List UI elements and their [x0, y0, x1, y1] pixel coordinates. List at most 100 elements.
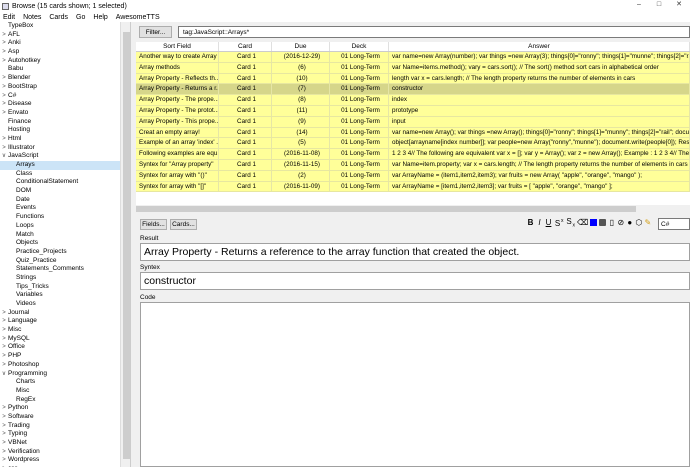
chevron-right-icon[interactable]: > [0, 352, 8, 361]
clear-format-icon[interactable]: ⌫ [577, 218, 588, 227]
cards-button[interactable]: Cards... [170, 219, 197, 230]
table-row[interactable]: Example of an array 'index' ... Card 1 (5)… [136, 138, 690, 150]
chevron-right-icon[interactable]: > [0, 404, 8, 413]
sidebar-item[interactable]: > MySQL [0, 335, 130, 344]
chevron-right-icon[interactable]: > [0, 326, 8, 335]
chevron-right-icon[interactable]: > [0, 309, 8, 318]
table-row[interactable]: Syntex for "Array property" Card 1 (2016-1… [136, 159, 690, 171]
sidebar-item[interactable]: > Journal [0, 309, 130, 318]
table-row[interactable]: Array Property - This prope... Card 1 (9) 0… [136, 116, 690, 128]
chevron-right-icon[interactable]: > [0, 335, 8, 344]
sidebar-item[interactable]: > Asp [0, 48, 130, 57]
chevron-right-icon[interactable]: > [0, 430, 8, 439]
sidebar-item[interactable]: Arrays [0, 161, 130, 170]
table-row[interactable]: Following examples are equ... Card 1 (2016… [136, 149, 690, 160]
sidebar-item[interactable]: > VBNet [0, 439, 130, 448]
sidebar-item[interactable]: > Wordpress [0, 456, 130, 465]
column-header-sort-field[interactable]: Sort Field [136, 42, 219, 51]
field-code[interactable] [140, 302, 690, 467]
chevron-down-icon[interactable]: ∨ [0, 370, 8, 379]
bold-button[interactable]: B [527, 218, 534, 227]
sidebar-item[interactable]: > Disease [0, 100, 130, 109]
column-header-due[interactable]: Due [272, 42, 330, 51]
sidebar-item[interactable]: Tips_Tricks [0, 283, 130, 292]
text-color-icon[interactable] [590, 219, 598, 227]
chevron-right-icon[interactable]: > [0, 57, 8, 66]
search-input[interactable]: tag:JavaScript::Arrays* [178, 26, 690, 38]
sidebar-item[interactable]: Practice_Projects [0, 248, 130, 257]
sidebar-item[interactable]: Charts [0, 378, 130, 387]
filter-button[interactable]: Filter... [139, 26, 172, 38]
sidebar-item[interactable]: > Blender [0, 74, 130, 83]
chevron-right-icon[interactable]: > [0, 422, 8, 431]
table-row[interactable]: Syntex for array with "()" Card 1 (2) 01 Lo… [136, 170, 690, 182]
sidebar-item[interactable]: ∨ JavaScript [0, 152, 130, 161]
table-row[interactable]: Array Property - Reflects th... Card 1 (10… [136, 73, 690, 85]
tags-input[interactable]: C# [658, 218, 690, 230]
menu-edit[interactable]: Edit [3, 14, 15, 21]
italic-button[interactable]: I [536, 218, 543, 227]
field-syntex[interactable]: constructor [140, 272, 690, 290]
subscript-button[interactable]: Sx [566, 217, 575, 229]
sidebar-item[interactable]: ConditionalStatement [0, 178, 130, 187]
sidebar-item[interactable]: Finance [0, 118, 130, 127]
chevron-right-icon[interactable]: > [0, 413, 8, 422]
sidebar-item[interactable]: > Office [0, 343, 130, 352]
sidebar-item[interactable]: > Software [0, 413, 130, 422]
table-row[interactable]: Array methods Card 1 (6) 01 Long-Term var Na… [136, 62, 690, 74]
sidebar-item[interactable]: > Language [0, 317, 130, 326]
sidebar-scrollbar[interactable] [120, 22, 130, 467]
table-row[interactable]: Creat an empty array! Card 1 (14) 01 Long-T… [136, 127, 690, 139]
chevron-right-icon[interactable]: > [0, 456, 8, 465]
menu-help[interactable]: Help [93, 14, 107, 21]
sidebar-item[interactable]: > Autohotkey [0, 57, 130, 66]
maximize-button[interactable]: □ [650, 0, 668, 10]
sidebar-item[interactable]: Videos [0, 300, 130, 309]
sidebar-item[interactable]: Misc [0, 387, 130, 396]
sidebar-item[interactable]: Hosting [0, 126, 130, 135]
sidebar-item[interactable]: > Photoshop [0, 361, 130, 370]
chevron-right-icon[interactable]: > [0, 317, 8, 326]
scroll-thumb[interactable] [123, 32, 130, 459]
column-header-card[interactable]: Card [219, 42, 272, 51]
sidebar-item[interactable]: > Typing [0, 430, 130, 439]
chevron-right-icon[interactable]: > [0, 74, 8, 83]
record-icon[interactable]: ● [626, 218, 633, 227]
scroll-thumb[interactable] [136, 206, 636, 212]
sidebar-item[interactable]: RegEx [0, 396, 130, 405]
sidebar-item[interactable]: > Anki [0, 39, 130, 48]
sidebar-item[interactable]: > PHP [0, 352, 130, 361]
menu-awesometts[interactable]: AwesomeTTS [116, 14, 160, 21]
color-picker-icon[interactable] [599, 219, 607, 227]
table-row[interactable]: Array Property - The prope... Card 1 (8) 01… [136, 95, 690, 106]
sidebar-item[interactable]: > Python [0, 404, 130, 413]
sidebar-item[interactable]: Date [0, 196, 130, 205]
chevron-down-icon[interactable]: ∨ [0, 152, 8, 161]
sidebar-item[interactable]: ∨ Programming [0, 370, 130, 379]
sidebar-item[interactable]: > Misc [0, 326, 130, 335]
sidebar-item[interactable]: Strings [0, 274, 130, 283]
chevron-right-icon[interactable]: > [0, 100, 8, 109]
sidebar-item[interactable]: Functions [0, 213, 130, 222]
chevron-right-icon[interactable]: > [0, 361, 8, 370]
minimize-button[interactable]: – [630, 0, 648, 10]
table-row[interactable]: Array Property - The protot... Card 1 (11)… [136, 105, 690, 117]
more-icon[interactable]: ⬡ [635, 218, 642, 227]
close-button[interactable]: ✕ [670, 0, 688, 10]
sidebar-item[interactable]: Babu [0, 65, 130, 74]
chevron-right-icon[interactable]: > [0, 144, 8, 153]
menu-cards[interactable]: Cards [49, 14, 68, 21]
chevron-right-icon[interactable]: > [0, 439, 8, 448]
field-result[interactable]: Array Property - Returns a reference to … [140, 243, 690, 261]
menu-go[interactable]: Go [76, 14, 85, 21]
chevron-right-icon[interactable]: > [0, 39, 8, 48]
chevron-right-icon[interactable]: > [0, 83, 8, 92]
column-header-deck[interactable]: Deck [330, 42, 389, 51]
sidebar-item[interactable]: > Html [0, 135, 130, 144]
sidebar-item[interactable]: > Verification [0, 448, 130, 457]
sidebar-item[interactable]: Objects [0, 239, 130, 248]
superscript-button[interactable]: Sx [554, 218, 564, 228]
sidebar-item[interactable]: Loops [0, 222, 130, 231]
sidebar-item[interactable]: Variables [0, 291, 130, 300]
sidebar-item[interactable]: DOM [0, 187, 130, 196]
